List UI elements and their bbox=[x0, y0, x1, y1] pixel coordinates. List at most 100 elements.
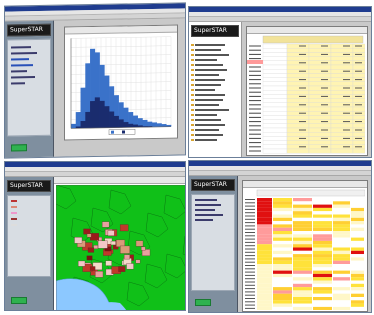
table-cell bbox=[351, 201, 364, 205]
map-region[interactable] bbox=[120, 245, 130, 254]
map-region[interactable] bbox=[124, 254, 130, 260]
table-cell bbox=[273, 257, 292, 261]
table-cell bbox=[313, 303, 332, 307]
table-cell bbox=[313, 217, 332, 222]
table-cell bbox=[333, 257, 350, 261]
field-list-panel[interactable] bbox=[191, 194, 235, 292]
table-cell bbox=[257, 214, 272, 218]
table-cell bbox=[351, 270, 364, 274]
table-cell bbox=[351, 221, 364, 225]
table-cell bbox=[313, 270, 332, 274]
map-window: SuperSTAR bbox=[4, 161, 186, 311]
table-cell bbox=[273, 237, 292, 241]
field-tree[interactable]: SuperSTAR bbox=[189, 22, 242, 157]
table-cell bbox=[273, 240, 292, 245]
table-cell bbox=[293, 303, 312, 307]
map-region[interactable] bbox=[78, 260, 86, 267]
table-cell bbox=[313, 306, 332, 311]
table-area bbox=[238, 176, 371, 312]
table-area bbox=[242, 22, 371, 157]
table-cell bbox=[273, 270, 292, 274]
table-cell bbox=[293, 306, 312, 311]
map-region[interactable] bbox=[135, 259, 141, 264]
apply-button[interactable] bbox=[195, 299, 211, 306]
map-region[interactable] bbox=[83, 228, 91, 235]
map-region[interactable] bbox=[118, 266, 126, 272]
histogram-bar bbox=[142, 119, 148, 128]
map-region[interactable] bbox=[87, 247, 95, 253]
histogram-bar bbox=[71, 123, 77, 129]
table-cell bbox=[351, 277, 364, 281]
table-cell bbox=[257, 240, 272, 245]
table-cell bbox=[293, 250, 312, 255]
table-cell bbox=[293, 283, 312, 288]
map-region[interactable] bbox=[97, 240, 108, 249]
table-cell bbox=[293, 198, 312, 202]
table-cell bbox=[293, 280, 312, 284]
sidebar: SuperSTAR bbox=[189, 176, 238, 312]
map-region[interactable] bbox=[141, 246, 146, 251]
map-region[interactable] bbox=[105, 260, 112, 266]
table-cell bbox=[293, 224, 312, 228]
table-cell bbox=[273, 201, 292, 205]
table-cell bbox=[257, 201, 272, 205]
histogram-chart bbox=[70, 36, 172, 136]
table-cell bbox=[333, 204, 350, 208]
table-cell bbox=[273, 264, 292, 268]
map-region[interactable] bbox=[93, 245, 99, 249]
table-cell bbox=[273, 283, 292, 288]
histogram-bar bbox=[161, 124, 167, 127]
map-region[interactable] bbox=[116, 239, 125, 247]
table-cell bbox=[333, 293, 350, 297]
table-cell bbox=[293, 297, 312, 301]
table-cell bbox=[333, 300, 350, 304]
table-cell bbox=[333, 277, 350, 281]
table-cell bbox=[333, 244, 350, 248]
map-region[interactable] bbox=[89, 233, 100, 241]
map-region[interactable] bbox=[89, 266, 96, 271]
table-cell bbox=[273, 300, 292, 304]
map-region[interactable] bbox=[86, 233, 92, 238]
map-region[interactable] bbox=[107, 230, 115, 236]
table-cell bbox=[313, 227, 332, 231]
map-region[interactable] bbox=[74, 237, 83, 244]
table-cell bbox=[273, 244, 292, 248]
table-cell bbox=[273, 260, 292, 264]
table-cell bbox=[273, 273, 292, 278]
map-region[interactable] bbox=[95, 271, 104, 278]
table-cell bbox=[333, 270, 350, 274]
map-region[interactable] bbox=[110, 240, 116, 246]
map-region[interactable] bbox=[126, 263, 134, 270]
table-cell bbox=[313, 221, 332, 225]
table-cell bbox=[273, 293, 292, 297]
table-cell bbox=[313, 204, 332, 208]
table-cell bbox=[313, 234, 332, 238]
table-cell bbox=[333, 237, 350, 241]
table-cell bbox=[313, 244, 332, 248]
map-region[interactable] bbox=[86, 255, 93, 261]
map-area bbox=[54, 177, 185, 310]
table-cell bbox=[293, 267, 312, 271]
map-region[interactable] bbox=[135, 240, 144, 247]
table-cell bbox=[273, 221, 292, 225]
table-cell bbox=[351, 217, 364, 222]
field-list-panel[interactable] bbox=[7, 38, 51, 137]
thematic-map[interactable] bbox=[56, 185, 186, 311]
table-cell bbox=[273, 217, 292, 222]
table-cell bbox=[273, 224, 292, 228]
map-region[interactable] bbox=[102, 221, 110, 228]
table-cell bbox=[273, 297, 292, 301]
legend-panel[interactable] bbox=[7, 195, 51, 277]
histogram-bar bbox=[75, 112, 81, 129]
table-cell bbox=[351, 198, 364, 202]
map-region[interactable] bbox=[119, 224, 129, 232]
apply-button[interactable] bbox=[11, 144, 27, 152]
table-cell bbox=[351, 303, 364, 307]
table-cell bbox=[257, 224, 272, 228]
table-cell bbox=[293, 207, 312, 212]
histogram-bar bbox=[123, 122, 129, 128]
table-cell bbox=[313, 260, 332, 264]
apply-button[interactable] bbox=[11, 297, 27, 304]
histogram-bar bbox=[109, 111, 115, 128]
table-cell bbox=[351, 290, 364, 294]
